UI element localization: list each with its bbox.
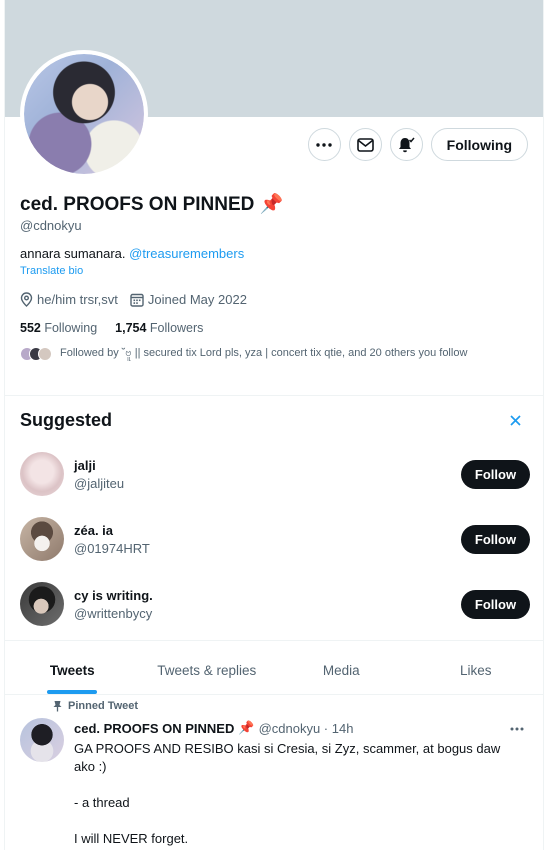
tab-likes[interactable]: Likes (409, 646, 544, 694)
suggested-avatar (20, 517, 64, 561)
follow-button[interactable]: Follow (461, 525, 530, 554)
profile-meta: he/him trsr,svt Joined May 2022 (20, 292, 247, 307)
followed-by-text: Followed by ˘ဗူ || secured tix Lord pls,… (60, 347, 468, 359)
profile-actions: Following (307, 128, 528, 161)
notifications-button[interactable] (389, 128, 423, 161)
tweet-avatar[interactable] (20, 718, 64, 762)
joined-text: Joined May 2022 (147, 292, 247, 307)
followed-by-avatars (20, 347, 52, 361)
profile-name-text: ced. PROOFS ON PINNED (20, 194, 255, 215)
tweet-paragraph: GA PROOFS AND RESIBO kasi si Cresia, si … (74, 741, 501, 774)
followed-by-link[interactable]: Followed by ˘ဗူ || secured tix Lord pls,… (20, 346, 467, 362)
suggested-avatar (20, 452, 64, 496)
tweet-header: ced. PROOFS ON PINNED 📌 @cdnokyu · 14h (74, 720, 353, 736)
tab-media[interactable]: Media (274, 646, 409, 694)
profile-tabs: Tweets Tweets & replies Media Likes (5, 646, 543, 694)
profile-name: ced. PROOFS ON PINNED 📌 (20, 192, 283, 216)
suggested-user[interactable]: zéa. ia @01974HRT Follow (20, 517, 530, 563)
pin-emoji: 📌 (238, 720, 255, 735)
envelope-icon (356, 137, 374, 152)
profile-handle: @cdnokyu (20, 218, 82, 233)
location-icon (20, 292, 33, 307)
divider (5, 395, 543, 396)
tweet-more-button[interactable] (510, 718, 524, 734)
bell-check-icon (399, 137, 415, 152)
calendar-icon (130, 293, 144, 307)
mini-avatar (38, 347, 52, 361)
suggested-handle: @jaljiteu (74, 476, 125, 491)
suggested-user[interactable]: cy is writing. @writtenbycy Follow (20, 582, 530, 628)
suggested-handle: @01974HRT (74, 541, 150, 556)
profile-page: Following ced. PROOFS ON PINNED 📌 @cdnok… (4, 0, 544, 850)
profile-bio: annara sumanara. @treasuremembers (20, 246, 244, 261)
suggested-close-button[interactable] (510, 413, 521, 431)
divider (5, 694, 543, 695)
follow-button[interactable]: Follow (461, 590, 530, 619)
tweet-paragraph: I will NEVER forget. (74, 831, 189, 846)
pin-emoji: 📌 (259, 194, 284, 215)
location-item: he/him trsr,svt (20, 292, 118, 307)
more-icon (510, 727, 524, 731)
suggested-title: Suggested (20, 410, 113, 430)
translate-bio-link[interactable]: Translate bio (20, 265, 83, 277)
divider (5, 640, 543, 641)
suggested-name: jalji (74, 458, 96, 473)
suggested-avatar (20, 582, 64, 626)
more-icon (316, 142, 332, 147)
follow-counts: 552 Following 1,754 Followers (20, 321, 203, 335)
avatar-image (24, 54, 144, 174)
tab-tweets-replies[interactable]: Tweets & replies (140, 646, 275, 694)
follow-button[interactable]: Follow (461, 460, 530, 489)
suggested-name: cy is writing. (74, 588, 153, 603)
message-button[interactable] (348, 128, 382, 161)
tweet-handle-time[interactable]: @cdnokyu · 14h (259, 721, 354, 736)
pinned-tweet-label: Pinned Tweet (53, 700, 138, 712)
location-text: he/him trsr,svt (37, 292, 118, 307)
following-button[interactable]: Following (430, 128, 528, 161)
bio-mention-link[interactable]: @treasuremembers (129, 246, 244, 261)
followers-count-link[interactable]: 1,754 Followers (115, 321, 203, 335)
joined-item: Joined May 2022 (130, 292, 247, 307)
pin-icon (53, 701, 62, 712)
bio-text: annara sumanara. (20, 246, 126, 261)
profile-avatar[interactable] (20, 50, 148, 178)
tab-tweets[interactable]: Tweets (5, 646, 140, 694)
tweet-body[interactable]: GA PROOFS AND RESIBO kasi si Cresia, si … (74, 740, 524, 850)
close-icon (510, 415, 521, 426)
pinned-label-text: Pinned Tweet (68, 700, 139, 712)
tweet-paragraph: - a thread (74, 795, 130, 810)
following-count-link[interactable]: 552 Following (20, 321, 97, 335)
suggested-name: zéa. ia (74, 523, 114, 538)
suggested-handle: @writtenbycy (74, 606, 153, 621)
more-button[interactable] (307, 128, 341, 161)
tweet-author-name[interactable]: ced. PROOFS ON PINNED (74, 721, 234, 736)
suggested-user[interactable]: jalji @jaljiteu Follow (20, 452, 530, 498)
